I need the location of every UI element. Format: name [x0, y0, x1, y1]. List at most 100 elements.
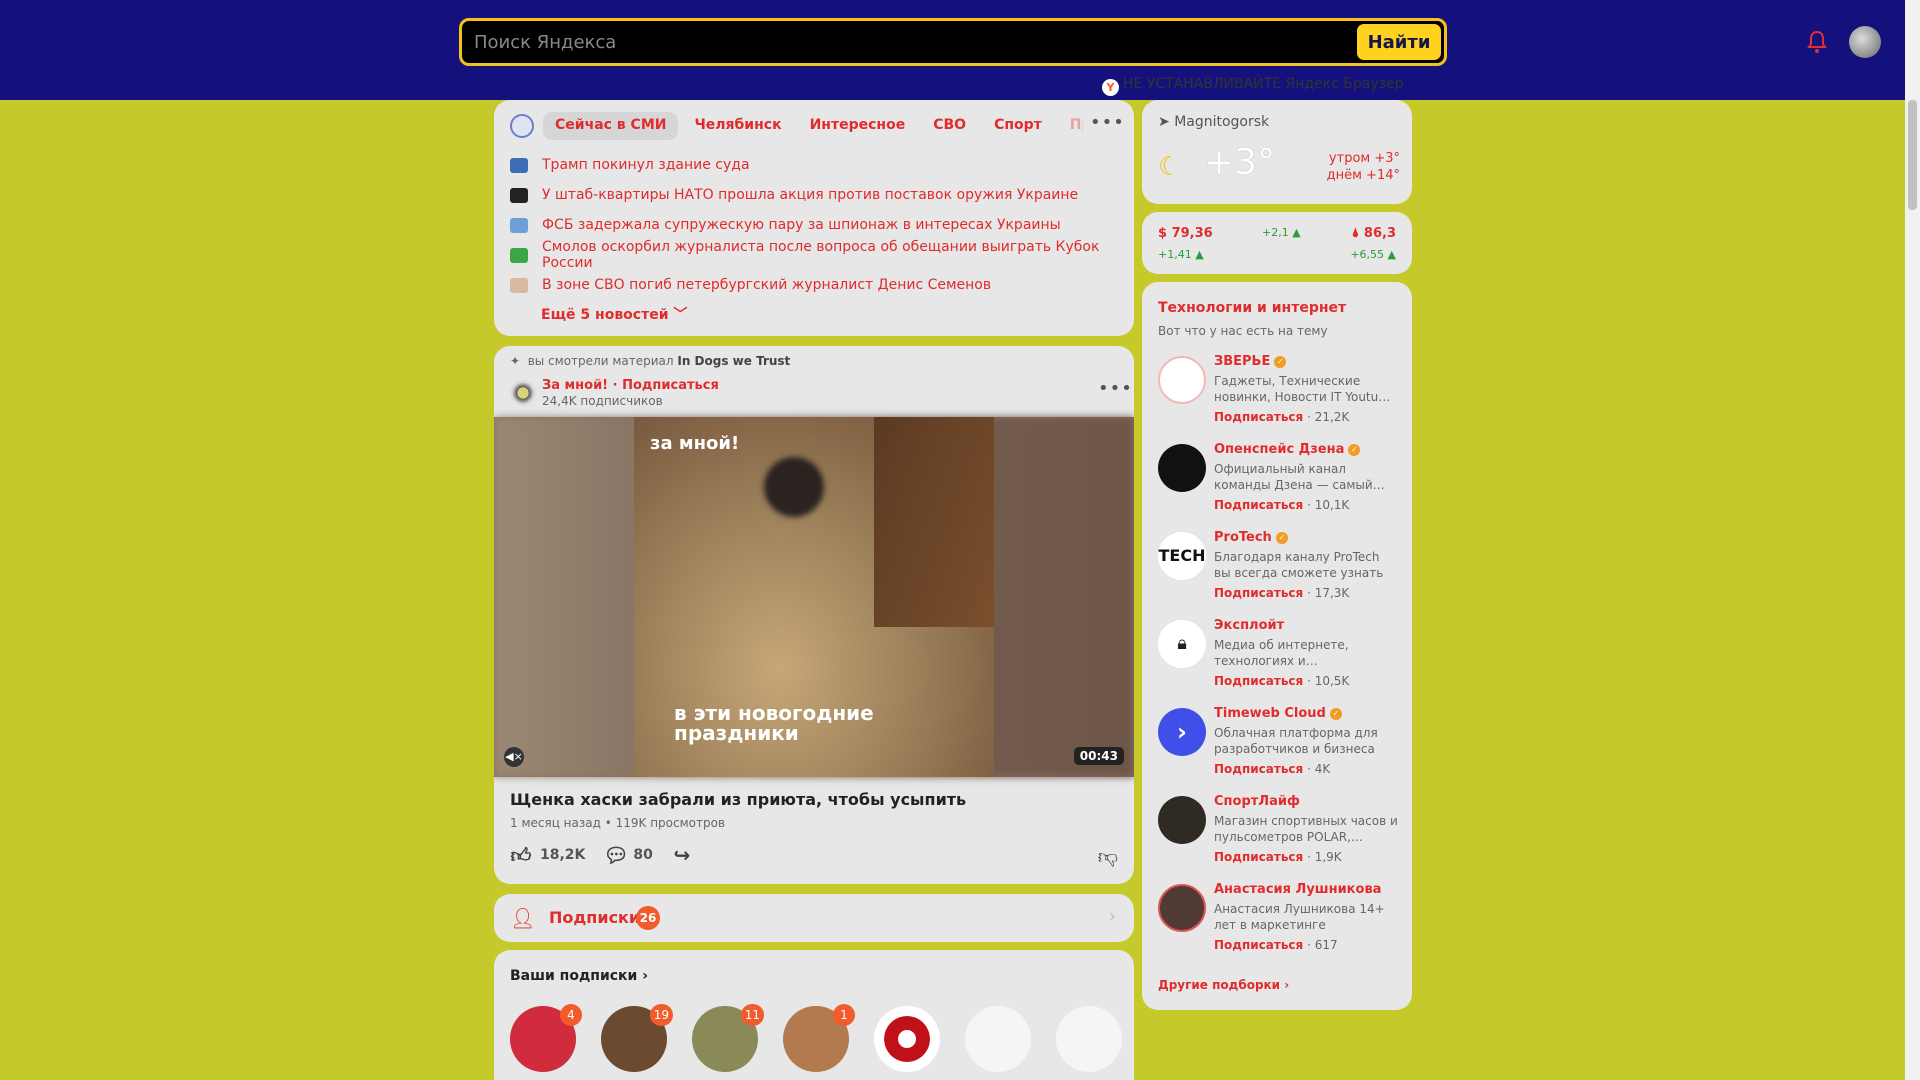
tab-sport[interactable]: Спорт [982, 112, 1054, 140]
usd-rate[interactable]: $ 79,36 [1158, 226, 1213, 241]
channel-name-row[interactable]: СпортЛайф [1214, 794, 1300, 809]
tab-svo[interactable]: СВО [921, 112, 978, 140]
dislike-icon[interactable]: 👎︎ [1098, 844, 1118, 869]
news-headline[interactable]: У штаб-квартиры НАТО прошла акция против… [542, 187, 1078, 203]
video-door [874, 417, 994, 627]
share-icon[interactable]: ↪ [671, 844, 693, 866]
news-item[interactable]: ФСБ задержала супружескую пару за шпиона… [510, 210, 1120, 240]
tab-interesting[interactable]: Интересное [798, 112, 918, 140]
mid-delta-value: +2,1 [1262, 226, 1289, 239]
channel-avatar[interactable] [1158, 356, 1206, 404]
rates-widget[interactable]: $ 79,36 +1,41 ▲ +2,1 ▲ 🌢︎ 86,3 +6,55 ▲ [1142, 212, 1412, 274]
day-forecast: днём +14° [1326, 168, 1400, 183]
like-icon[interactable]: 👍︎ [510, 844, 532, 866]
more-options-icon[interactable]: ••• [1098, 378, 1133, 399]
usd-delta: +1,41 ▲ [1158, 248, 1204, 261]
channel-footer: Подписаться · 617 [1214, 938, 1338, 952]
subscribe-link[interactable]: · Подписаться [613, 378, 719, 393]
subscribe-link[interactable]: Подписаться [1214, 674, 1303, 688]
browser-promo[interactable]: Y НЕ УСТАНАВЛИВАЙТЕ Яндекс Браузер [1102, 76, 1404, 96]
verified-icon: ✓ [1329, 708, 1342, 720]
channel-name-row[interactable]: Timeweb Cloud ✓ [1214, 706, 1342, 721]
news-headline[interactable]: ФСБ задержала супружескую пару за шпиона… [542, 217, 1061, 233]
tabs-more-icon[interactable]: ••• [1090, 112, 1125, 133]
oil-delta-value: +6,55 [1350, 248, 1385, 261]
channel-avatar[interactable]: 🔒︎ [1158, 620, 1206, 668]
subscribe-link[interactable]: Подписаться [1214, 762, 1303, 776]
location-name: Magnitogorsk [1174, 114, 1270, 130]
news-item[interactable]: Трамп покинул здание суда [510, 150, 1120, 180]
subscribe-link[interactable]: Подписаться [1214, 586, 1303, 600]
moon-icon: ☾ [1158, 152, 1182, 182]
page-scrollbar[interactable] [1905, 0, 1920, 1080]
subscription-avatar[interactable] [1056, 1006, 1122, 1072]
channel-avatar[interactable] [510, 380, 536, 406]
channel-avatar[interactable] [1158, 884, 1206, 932]
news-item[interactable]: Смолов оскорбил журналиста после вопроса… [510, 239, 1120, 271]
video-title[interactable]: Щенка хаски забрали из приюта, чтобы усы… [510, 790, 966, 809]
like-count[interactable]: 18,2K [540, 847, 585, 863]
channel-name-row[interactable]: ProTech ✓ [1214, 530, 1288, 545]
video-player[interactable]: за мной! в эти новогодние праздники ◀× 0… [494, 417, 1134, 777]
channel-name-row[interactable]: Опенспейс Дзена ✓ [1214, 442, 1361, 457]
subscriptions-bar[interactable]: 👤︎ Подписки 26 › [494, 894, 1134, 942]
tech-title[interactable]: Технологии и интернет [1158, 300, 1346, 316]
your-subscriptions-label: Ваши подписки [510, 968, 638, 984]
channel-name: Опенспейс Дзена [1214, 442, 1345, 457]
search-input[interactable] [474, 29, 1314, 55]
subscribe-link[interactable]: Подписаться [1214, 410, 1303, 424]
subscription-avatar[interactable]: 1 [783, 1004, 855, 1072]
subscription-avatar[interactable]: 11 [692, 1004, 764, 1072]
news-item[interactable]: В зоне СВО погиб петербургский журналист… [510, 270, 1120, 300]
channel-item[interactable]: Опенспейс Дзена ✓ Официальный канал коман… [1158, 442, 1398, 530]
your-subscriptions-title[interactable]: Ваши подписки › [510, 968, 648, 984]
scrollbar-thumb[interactable] [1908, 100, 1917, 210]
news-headline[interactable]: В зоне СВО погиб петербургский журналист… [542, 277, 991, 293]
channel-avatar[interactable]: › [1158, 708, 1206, 756]
weather-widget[interactable]: ➤ Magnitogorsk ☾ +3° утром +3° днём +14° [1142, 100, 1412, 204]
channel-item[interactable]: СпортЛайф Магазин спортивных часов и пул… [1158, 794, 1398, 882]
channel-name-row[interactable]: Анастасия Лушникова [1214, 882, 1381, 897]
subscription-avatar[interactable]: 4 [510, 1004, 582, 1072]
current-temperature: +3° [1204, 142, 1276, 183]
channel-item[interactable]: 🔒︎ Эксплойт Медиа об интернете, технолог… [1158, 618, 1398, 706]
oil-rate[interactable]: 🌢︎ 86,3 [1352, 226, 1396, 241]
channel-name-row[interactable]: Эксплойт [1214, 618, 1284, 633]
channel-desc: Медиа об интернете, технологиях и… [1214, 638, 1349, 668]
more-news-button[interactable]: Ещё 5 новостей ﹀ [541, 304, 687, 324]
channel-name[interactable]: За мной! [542, 378, 608, 393]
source-icon [510, 217, 528, 233]
comment-count[interactable]: 80 [633, 847, 652, 863]
subscribe-link[interactable]: Подписаться [1214, 938, 1303, 952]
subscription-avatar[interactable] [965, 1006, 1031, 1072]
channel-item[interactable]: Анастасия Лушникова Анастасия Лушникова … [1158, 882, 1398, 970]
bell-icon[interactable] [1806, 30, 1828, 54]
channel-name-row[interactable]: ЗВЕРЬЕ ✓ [1214, 354, 1287, 369]
tab-incidents[interactable]: Происшест [1058, 112, 1083, 140]
channel-item[interactable]: › Timeweb Cloud ✓ Облачная платформа для … [1158, 706, 1398, 794]
channel-item[interactable]: TECH ProTech ✓ Благодаря каналу ProTech в… [1158, 530, 1398, 618]
channel-desc: Магазин спортивных часов и пульсометров … [1214, 814, 1398, 844]
mute-icon[interactable]: ◀× [504, 747, 524, 767]
weather-location[interactable]: ➤ Magnitogorsk [1158, 114, 1269, 130]
channel-avatar[interactable] [1158, 796, 1206, 844]
news-item[interactable]: У штаб-квартиры НАТО прошла акция против… [510, 180, 1120, 210]
news-headline[interactable]: Смолов оскорбил журналиста после вопроса… [542, 239, 1120, 271]
other-collections-link[interactable]: Другие подборки › [1158, 978, 1289, 992]
unread-badge: 4 [560, 1004, 582, 1026]
comment-icon[interactable]: 💬︎ [603, 844, 628, 866]
subscribe-link[interactable]: Подписаться [1214, 850, 1303, 864]
news-headline[interactable]: Трамп покинул здание суда [542, 157, 750, 173]
verified-icon: ✓ [1348, 444, 1361, 456]
subscribe-link[interactable]: Подписаться [1214, 498, 1303, 512]
channel-avatar[interactable]: TECH [1158, 532, 1206, 580]
search-button[interactable]: Найти [1357, 24, 1441, 60]
search-box: Найти [459, 18, 1447, 66]
subscription-avatar[interactable] [874, 1006, 940, 1072]
channel-item[interactable]: ЗВЕРЬЕ ✓ Гаджеты, Технические новинки, Но… [1158, 354, 1398, 442]
tab-chelyabinsk[interactable]: Челябинск [682, 112, 793, 140]
subscription-avatar[interactable]: 19 [601, 1004, 673, 1072]
channel-avatar[interactable] [1158, 444, 1206, 492]
tab-now-in-media[interactable]: Сейчас в СМИ [543, 112, 679, 140]
user-avatar[interactable] [1849, 26, 1881, 58]
